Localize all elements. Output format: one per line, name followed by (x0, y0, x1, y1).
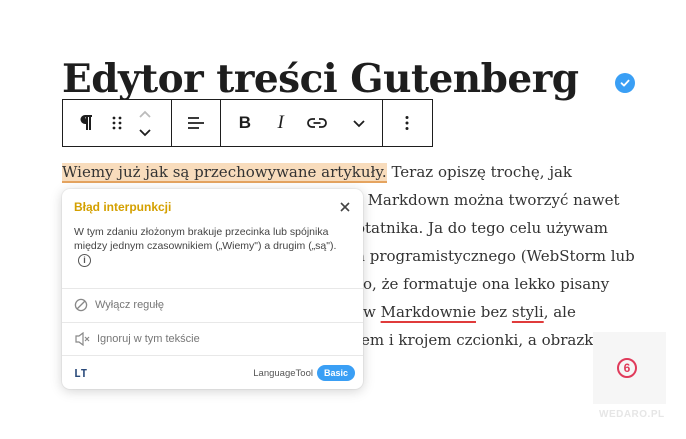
drag-handle-icon[interactable] (109, 100, 125, 146)
options-icon[interactable] (383, 100, 431, 146)
block-toolbar: B I (62, 99, 433, 147)
move-buttons (125, 100, 165, 146)
watermark: 6 WEDARO.PL (593, 332, 666, 432)
disable-rule-button[interactable]: Wyłącz regułę (74, 292, 164, 318)
plan-badge[interactable]: Basic (316, 365, 355, 381)
brand-area: LanguageTool Basic (253, 365, 355, 381)
move-up-icon[interactable] (138, 105, 152, 123)
paragraph-line: a programistycznego (WebStorm lub (356, 247, 635, 265)
ignore-icon (75, 332, 90, 346)
paragraph-line: to, że formatuje ona lekko pisany (357, 275, 610, 293)
move-down-icon[interactable] (138, 123, 152, 141)
brand-name[interactable]: LanguageTool (253, 368, 313, 379)
divider (62, 288, 363, 289)
paragraph-line: w Markdownie bez styli, ale (363, 303, 576, 321)
more-rich-text-icon[interactable] (336, 100, 382, 146)
bold-icon[interactable]: B (227, 100, 263, 146)
step-number-badge: 6 (617, 358, 637, 378)
italic-icon[interactable]: I (263, 100, 299, 146)
align-left-icon[interactable] (172, 100, 220, 146)
info-icon[interactable]: i (78, 253, 91, 267)
block-controls-group (63, 100, 172, 146)
popup-title: Błąd interpunkcji (74, 200, 172, 214)
spelling-flag[interactable]: styli (512, 303, 544, 321)
divider (62, 355, 363, 356)
close-icon[interactable] (337, 199, 353, 215)
ignore-in-text-button[interactable]: Ignoruj w tym tekście (74, 326, 200, 352)
block-icon (74, 298, 88, 312)
link-icon[interactable] (299, 100, 337, 146)
popup-description: W tym zdaniu złożonym brakuje przecinka … (74, 226, 337, 267)
paragraph-line: otatnika. Ja do tego celu używam (356, 219, 609, 237)
formatting-group: B I (221, 100, 383, 146)
options-group (383, 100, 431, 146)
languagetool-logo[interactable]: LT (74, 367, 87, 380)
paragraph-line: i Markdown można tworzyć nawet (358, 191, 620, 209)
grammar-suggestion-popup: Błąd interpunkcji W tym zdaniu złożonym … (62, 189, 363, 389)
divider (62, 322, 363, 323)
spelling-flag[interactable]: Markdownie (381, 303, 476, 321)
watermark-text: WEDARO.PL (599, 409, 665, 420)
paragraph-icon[interactable] (63, 100, 109, 146)
paragraph-line[interactable]: Wiemy już jak są przechowywane artykuły.… (62, 163, 572, 183)
post-title[interactable]: Edytor treści Gutenberg (62, 56, 579, 102)
check-badge-icon[interactable] (615, 73, 635, 93)
alignment-group (172, 100, 221, 146)
popup-footer: LT LanguageTool Basic (74, 363, 355, 383)
flagged-sentence[interactable]: Wiemy już jak są przechowywane artykuły. (62, 163, 387, 183)
